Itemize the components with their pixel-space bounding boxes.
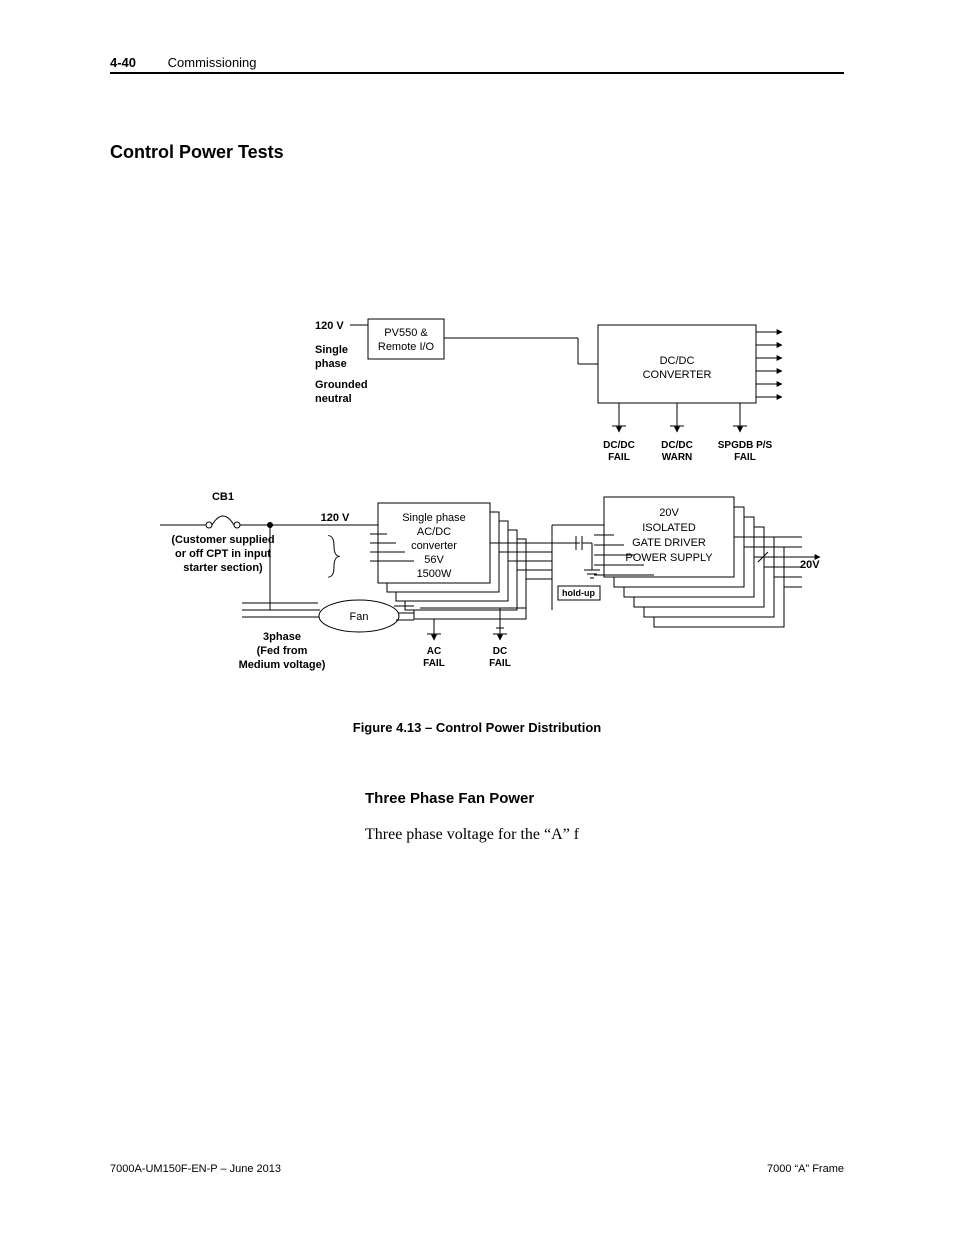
pv550-box — [368, 319, 444, 359]
cb1-note-l2: or off CPT in input — [175, 548, 271, 560]
cb1-label: CB1 — [212, 491, 234, 503]
3phase-l3: Medium voltage) — [239, 659, 326, 671]
dcfail2-l2: FAIL — [489, 658, 511, 669]
cb1-note-l1: (Customer supplied — [171, 534, 274, 546]
input-grounded: Grounded — [315, 379, 368, 391]
gate-l1: 20V — [659, 507, 679, 519]
page-header: 4-40 Commissioning — [110, 55, 844, 74]
dcfail2-l1: DC — [493, 646, 507, 657]
out-20v: 20V — [800, 559, 820, 571]
footer-left: 7000A-UM150F-EN-P – June 2013 — [110, 1163, 281, 1175]
control-power-diagram: 120 V Single phase Grounded neutral PV55… — [160, 310, 820, 700]
dcdc-l1: DC/DC — [660, 355, 695, 367]
footer-right: 7000 “A” Frame — [767, 1163, 844, 1175]
gate-l4: POWER SUPPLY — [625, 552, 713, 564]
acdc-l2: AC/DC — [417, 526, 451, 538]
page-number: 4-40 — [110, 55, 136, 70]
dcdc-warn-l2: WARN — [662, 452, 693, 463]
section-name: Commissioning — [168, 55, 257, 70]
dcdc-l2: CONVERTER — [643, 369, 712, 381]
acfail-l1: AC — [427, 646, 441, 657]
pv550-l2: Remote I/O — [378, 341, 435, 353]
acdc-l5: 1500W — [417, 568, 452, 580]
pv550-l1: PV550 & — [384, 327, 428, 339]
gate-l3: GATE DRIVER — [632, 537, 706, 549]
acdc-l1: Single phase — [402, 512, 466, 524]
input-phase: phase — [315, 358, 347, 370]
holdup-label: hold-up — [562, 588, 595, 598]
fan-label: Fan — [350, 611, 369, 623]
acfail-l2: FAIL — [423, 658, 445, 669]
mid-120v: 120 V — [321, 512, 350, 524]
spgdb-l2: FAIL — [734, 452, 756, 463]
acdc-l3: converter — [411, 540, 457, 552]
dcdc-fail-l1: DC/DC — [603, 440, 635, 451]
3phase-l2: (Fed from — [257, 645, 308, 657]
acdc-l4: 56V — [424, 554, 444, 566]
gate-l2: ISOLATED — [642, 522, 696, 534]
body-text: Three phase voltage for the “A” f — [365, 826, 579, 844]
input-neutral: neutral — [315, 393, 352, 405]
spgdb-l1: SPGDB P/S — [718, 440, 773, 451]
page-title: Control Power Tests — [110, 142, 284, 163]
input-120v-label: 120 V — [315, 320, 344, 332]
cb1-note-l3: starter section) — [183, 562, 263, 574]
subheading: Three Phase Fan Power — [365, 790, 534, 807]
3phase-l1: 3phase — [263, 631, 301, 643]
input-single: Single — [315, 344, 348, 356]
page-footer: 7000A-UM150F-EN-P – June 2013 7000 “A” F… — [110, 1163, 844, 1175]
dcdc-warn-l1: DC/DC — [661, 440, 693, 451]
figure-caption: Figure 4.13 – Control Power Distribution — [0, 720, 954, 735]
dcdc-fail-l2: FAIL — [608, 452, 630, 463]
